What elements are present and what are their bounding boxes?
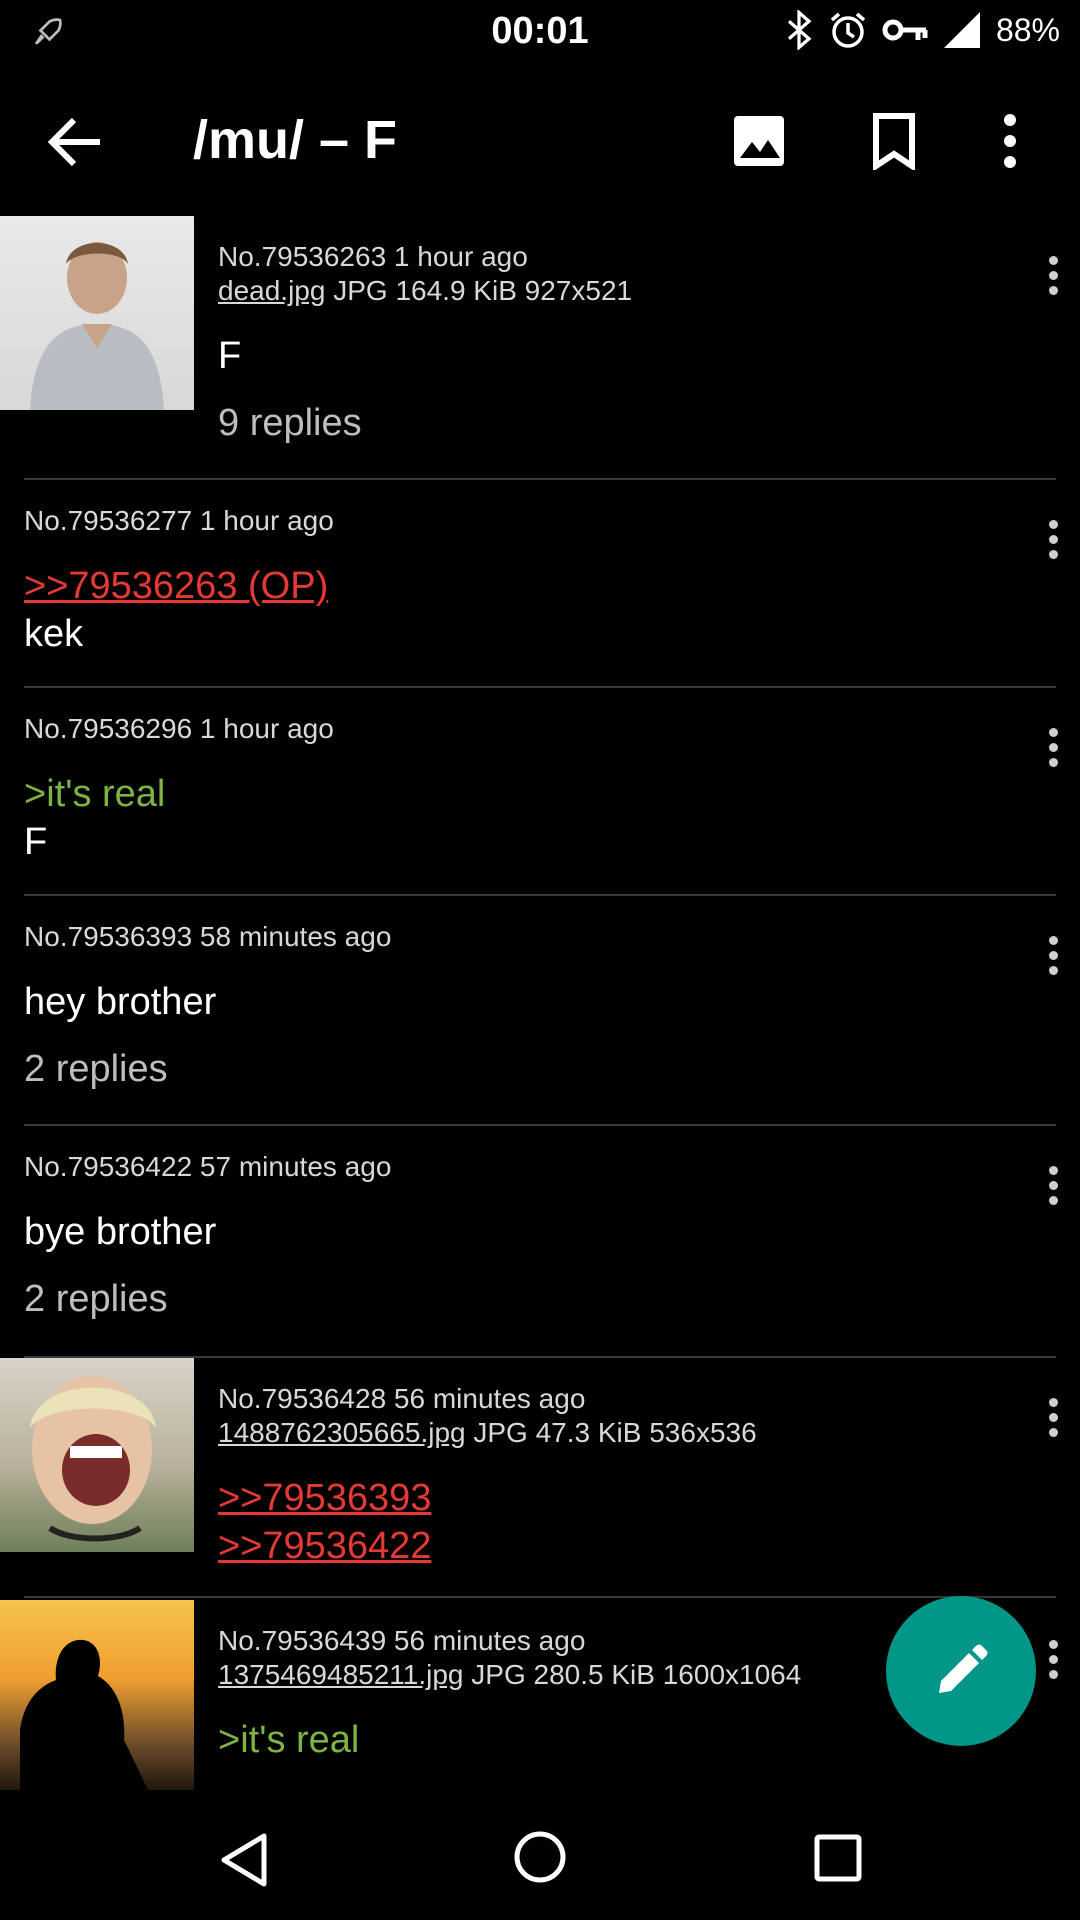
post-meta: No.79536393 58 minutes ago xyxy=(24,921,392,952)
replies-link[interactable]: 2 replies xyxy=(24,1048,1004,1091)
post-thumbnail[interactable] xyxy=(0,1358,194,1552)
status-bar: 00:01 88% xyxy=(0,0,1080,66)
post-menu-icon[interactable] xyxy=(1046,1166,1060,1210)
alarm-icon xyxy=(830,12,866,48)
quote-link[interactable]: >>79536422 xyxy=(218,1522,998,1570)
list-item[interactable]: No.79536263 1 hour ago dead.jpg JPG 164.… xyxy=(0,216,1080,478)
post-menu-icon[interactable] xyxy=(1046,256,1060,300)
greentext: >it's real xyxy=(24,773,166,815)
post-menu-icon[interactable] xyxy=(1046,1398,1060,1442)
post-text: bye brother xyxy=(24,1211,217,1253)
nav-back-icon[interactable] xyxy=(218,1832,270,1888)
post-meta: No.79536277 1 hour ago xyxy=(24,505,334,536)
file-info: JPG 164.9 KiB 927x521 xyxy=(333,275,633,306)
file-link[interactable]: dead.jpg xyxy=(218,275,325,306)
post-meta: No.79536439 56 minutes ago xyxy=(218,1625,586,1656)
more-vert-icon[interactable] xyxy=(990,112,1030,170)
nav-home-icon[interactable] xyxy=(513,1830,567,1884)
navigation-bar xyxy=(0,1790,1080,1920)
status-icons: 88% xyxy=(784,10,1060,50)
image-icon[interactable] xyxy=(732,114,786,168)
list-item[interactable]: No.79536428 56 minutes ago 1488762305665… xyxy=(0,1358,1080,1596)
post-thumbnail[interactable] xyxy=(0,1600,194,1790)
file-info: JPG 47.3 KiB 536x536 xyxy=(473,1417,757,1448)
post-menu-icon[interactable] xyxy=(1046,728,1060,772)
file-link[interactable]: 1375469485211.jpg xyxy=(218,1659,464,1690)
post-meta: No.79536296 1 hour ago xyxy=(24,713,334,744)
post-meta: No.79536422 57 minutes ago xyxy=(24,1151,392,1182)
quote-link[interactable]: >>79536263 (OP) xyxy=(24,562,1004,610)
quote-link[interactable]: >>79536393 xyxy=(218,1474,998,1522)
back-arrow-icon[interactable] xyxy=(46,114,104,170)
list-item[interactable]: No.79536422 57 minutes ago bye brother 2… xyxy=(0,1126,1080,1356)
replies-link[interactable]: 9 replies xyxy=(218,402,998,445)
pencil-icon xyxy=(939,1644,988,1693)
thread-title: /mu/ – F xyxy=(193,110,398,170)
list-item[interactable]: No.79536296 1 hour ago >it's real F xyxy=(0,688,1080,894)
post-meta: No.79536263 1 hour ago xyxy=(218,241,528,272)
post-thumbnail[interactable] xyxy=(0,216,194,410)
file-link[interactable]: 1488762305665.jpg xyxy=(218,1417,466,1448)
bookmark-icon[interactable] xyxy=(870,112,918,170)
vpn-key-icon xyxy=(882,19,928,41)
greentext: >it's real xyxy=(218,1719,360,1761)
bluetooth-icon xyxy=(787,10,812,50)
post-text: F xyxy=(24,821,48,863)
reply-fab-button[interactable] xyxy=(886,1596,1036,1746)
replies-link[interactable]: 2 replies xyxy=(24,1278,1004,1321)
post-text: F xyxy=(218,335,242,377)
post-text: hey brother xyxy=(24,981,217,1023)
list-item[interactable]: No.79536393 58 minutes ago hey brother 2… xyxy=(0,896,1080,1124)
nav-recents-icon[interactable] xyxy=(814,1834,862,1882)
list-item[interactable]: No.79536277 1 hour ago >>79536263 (OP) k… xyxy=(0,480,1080,686)
post-text: kek xyxy=(24,613,84,655)
post-menu-icon[interactable] xyxy=(1046,936,1060,980)
divider xyxy=(24,1596,1056,1598)
battery-percent: 88% xyxy=(995,11,1060,48)
post-menu-icon[interactable] xyxy=(1046,1640,1060,1684)
post-menu-icon[interactable] xyxy=(1046,520,1060,564)
file-info: JPG 280.5 KiB 1600x1064 xyxy=(471,1659,802,1690)
post-meta: No.79536428 56 minutes ago xyxy=(218,1383,586,1414)
signal-icon xyxy=(943,12,980,48)
toolbar: /mu/ – F xyxy=(0,66,1080,216)
